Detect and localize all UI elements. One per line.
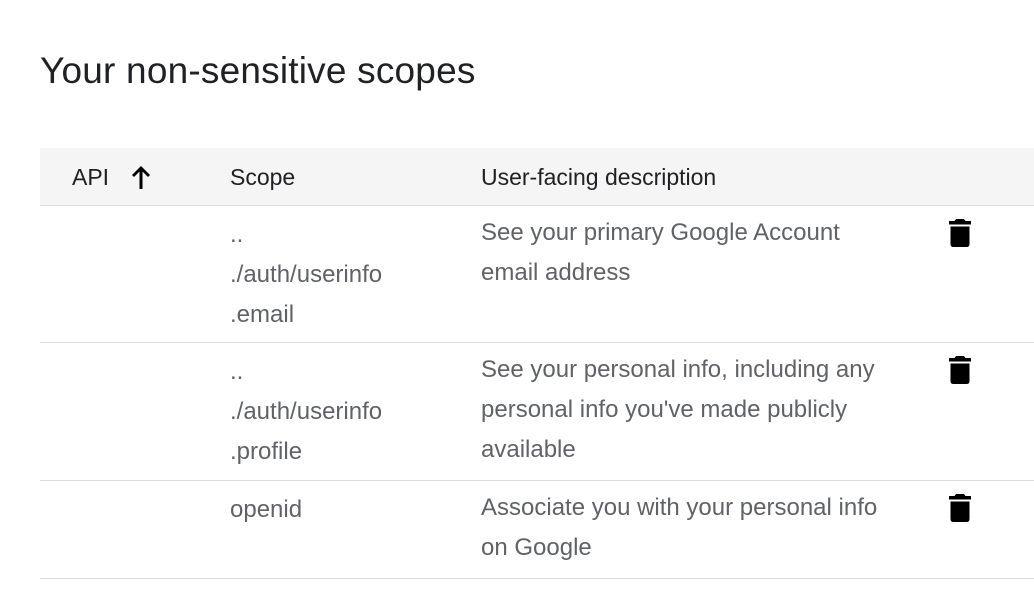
- table-row: openid Associate you with your personal …: [40, 481, 1034, 579]
- delete-button[interactable]: [945, 218, 975, 253]
- column-header-api[interactable]: API: [72, 164, 153, 190]
- description-cell: Associate you with your personal info on…: [481, 494, 878, 561]
- column-header-description: User-facing description: [481, 164, 717, 190]
- page-title: Your non-sensitive scopes: [40, 50, 476, 91]
- scopes-table: API Scope User-facing description .. ./a…: [40, 148, 1034, 579]
- delete-icon: [948, 218, 972, 253]
- table-row: .. ./auth/userinfo .profile See your per…: [40, 343, 1034, 481]
- table-header: API Scope User-facing description: [40, 148, 1034, 206]
- table-row: .. ./auth/userinfo .email See your prima…: [40, 206, 1034, 343]
- column-header-scope: Scope: [230, 164, 296, 190]
- delete-icon: [948, 493, 972, 528]
- description-cell: See your personal info, including any pe…: [481, 356, 875, 463]
- delete-button[interactable]: [945, 355, 975, 390]
- scope-cell: openid: [230, 496, 303, 523]
- delete-button[interactable]: [945, 493, 975, 528]
- scope-cell: .. ./auth/userinfo .profile: [230, 358, 383, 465]
- description-cell: See your primary Google Account email ad…: [481, 219, 840, 286]
- arrow-upward-icon[interactable]: [129, 164, 153, 190]
- delete-icon: [948, 355, 972, 390]
- column-header-api-label: API: [72, 164, 110, 190]
- scope-cell: .. ./auth/userinfo .email: [230, 221, 383, 328]
